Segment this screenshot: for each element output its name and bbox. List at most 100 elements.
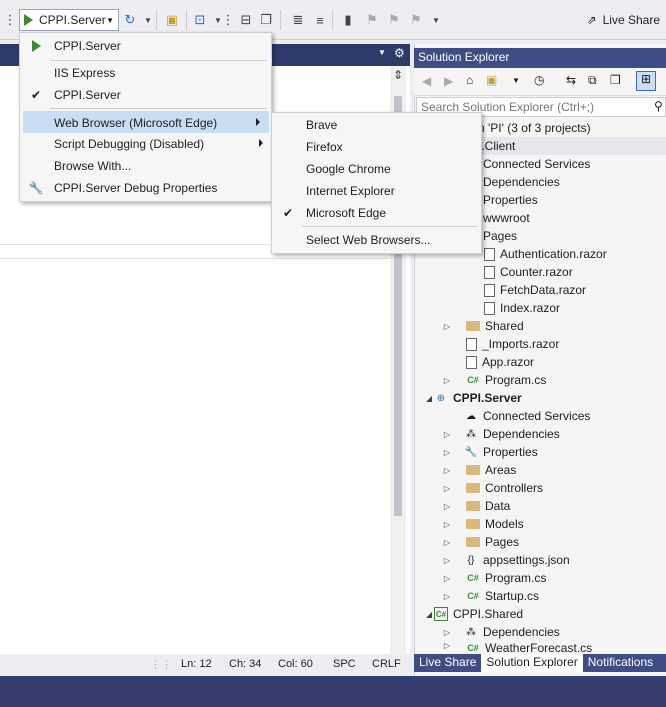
expand-arrow-icon[interactable]: ▷: [442, 322, 452, 331]
collapse-arrow-icon[interactable]: ◢: [424, 610, 434, 619]
column-number[interactable]: Col: 60: [278, 658, 313, 670]
copy-window-icon[interactable]: ❐: [258, 12, 274, 28]
back-icon[interactable]: ◀: [422, 74, 431, 88]
wrench-icon: 🔧: [464, 446, 478, 458]
collapse-all-icon[interactable]: ⧉: [588, 73, 597, 88]
tree-item[interactable]: ▷ Areas: [414, 461, 666, 479]
sync-icon[interactable]: ⇆: [566, 73, 576, 87]
pending-changes-icon[interactable]: ◷: [534, 73, 544, 87]
tree-item[interactable]: ▷ C# WeatherForecast.cs: [414, 641, 666, 653]
toolbar-separator: [156, 10, 157, 30]
tree-item[interactable]: ▷ Models: [414, 515, 666, 533]
menu-item-internet-explorer[interactable]: Internet Explorer: [272, 180, 481, 202]
tree-item[interactable]: ▷ 🔧 Properties: [414, 443, 666, 461]
tree-item[interactable]: ▷ ⁂ Dependencies: [414, 425, 666, 443]
tree-item[interactable]: ▷ Data: [414, 497, 666, 515]
tree-item[interactable]: ☁ Connected Services: [414, 407, 666, 425]
menu-item-web-browser[interactable]: Web Browser (Microsoft Edge): [23, 111, 269, 133]
expand-arrow-icon[interactable]: ▷: [442, 628, 452, 637]
expand-arrow-icon[interactable]: ▷: [442, 556, 452, 565]
tree-item-label: Startup.cs: [485, 589, 540, 603]
preview-selected-icon[interactable]: ⊞: [636, 71, 656, 91]
tree-item[interactable]: Index.razor: [414, 299, 666, 317]
expand-arrow-icon[interactable]: ▷: [442, 430, 452, 439]
whitespace-mode[interactable]: SPC: [333, 658, 356, 670]
tree-item[interactable]: ▷ C# Startup.cs: [414, 587, 666, 605]
char-number[interactable]: Ch: 34: [229, 658, 261, 670]
bookmark-icon[interactable]: ▮: [340, 12, 356, 28]
refresh-icon[interactable]: ↻: [122, 12, 138, 28]
step-icon[interactable]: ⋮: [220, 12, 236, 28]
tree-item-label: Properties: [483, 193, 538, 207]
next-bookmark-icon[interactable]: ⚑: [386, 12, 402, 28]
line-ending[interactable]: CRLF: [372, 658, 401, 670]
expand-arrow-icon[interactable]: ▷: [442, 538, 452, 547]
expand-arrow-icon[interactable]: ▷: [442, 484, 452, 493]
tree-item[interactable]: App.razor: [414, 353, 666, 371]
menu-item-script-debugging[interactable]: Script Debugging (Disabled): [20, 133, 271, 155]
home-icon[interactable]: ⌂: [466, 73, 473, 87]
tree-item[interactable]: ▷ Shared: [414, 317, 666, 335]
menu-item-browse-with[interactable]: Browse With...: [20, 155, 271, 177]
menu-item-firefox[interactable]: Firefox: [272, 136, 481, 158]
tree-item[interactable]: FetchData.razor: [414, 281, 666, 299]
tree-item[interactable]: ▷ Pages: [414, 533, 666, 551]
run-target-dropdown[interactable]: CPPI.Server ▼: [19, 9, 119, 31]
expand-arrow-icon[interactable]: ▷: [442, 502, 452, 511]
menu-item-google-chrome[interactable]: Google Chrome: [272, 158, 481, 180]
expand-arrow-icon[interactable]: ▷: [442, 448, 452, 457]
tree-item-label: CPPI.Shared: [453, 607, 524, 621]
tree-item[interactable]: Counter.razor: [414, 263, 666, 281]
tree-item[interactable]: ▷ C# Program.cs: [414, 371, 666, 389]
chevron-down-icon[interactable]: ▼: [512, 76, 520, 85]
chevron-down-icon[interactable]: ▼: [106, 16, 114, 25]
tree-item[interactable]: ▷ {} appsettings.json: [414, 551, 666, 569]
gear-icon[interactable]: ⚙: [394, 46, 405, 60]
switch-view-icon[interactable]: ▣: [486, 73, 497, 87]
chevron-down-icon[interactable]: ▼: [428, 12, 444, 28]
tab-live-share[interactable]: Live Share: [414, 654, 481, 672]
expand-arrow-icon[interactable]: ▷: [442, 466, 452, 475]
expand-arrow-icon[interactable]: ▷: [442, 574, 452, 583]
expand-arrow-icon[interactable]: ▷: [442, 376, 452, 385]
comment-icon[interactable]: ≡: [312, 12, 328, 28]
split-icon[interactable]: ⇕: [390, 68, 406, 84]
tree-item[interactable]: _Imports.razor: [414, 335, 666, 353]
expand-arrow-icon[interactable]: ▷: [442, 592, 452, 601]
tree-item-label: Controllers: [485, 481, 544, 495]
tree-item-shared-project[interactable]: ◢ C# CPPI.Shared: [414, 605, 666, 623]
menu-item-microsoft-edge[interactable]: ✔ Microsoft Edge: [272, 202, 481, 224]
forward-icon[interactable]: ▶: [444, 74, 453, 88]
tree-item[interactable]: ▷ Controllers: [414, 479, 666, 497]
menu-item-iis-express[interactable]: IIS Express: [20, 62, 271, 84]
tab-solution-explorer[interactable]: Solution Explorer: [481, 654, 583, 672]
menu-item-brave[interactable]: Brave: [272, 114, 481, 136]
resize-grip-icon: ⋮⋮: [150, 659, 172, 671]
expand-arrow-icon[interactable]: ▷: [442, 520, 452, 529]
expand-arrow-icon[interactable]: ▷: [442, 641, 452, 650]
tree-item[interactable]: ▷ ⁂ Dependencies: [414, 623, 666, 641]
chevron-down-icon[interactable]: ▼: [140, 12, 156, 28]
folder-search-icon[interactable]: ▣: [164, 12, 180, 28]
collapse-arrow-icon[interactable]: ◢: [424, 394, 434, 403]
tab-notifications[interactable]: Notifications: [583, 654, 658, 672]
prev-bookmark-icon[interactable]: ⚑: [364, 12, 380, 28]
chevron-down-icon[interactable]: ▼: [378, 48, 386, 57]
search-icon[interactable]: ⚲: [654, 99, 663, 113]
csharp-file-icon: C#: [467, 643, 479, 653]
tree-item-server-project[interactable]: ◢ ⊕ CPPI.Server: [414, 389, 666, 407]
razor-file-icon: [484, 283, 495, 297]
screenshot-icon[interactable]: ⊡: [192, 12, 208, 28]
menu-item-select-web-browsers[interactable]: Select Web Browsers...: [272, 229, 481, 251]
clear-bookmarks-icon[interactable]: ⚑: [408, 12, 424, 28]
live-share-button[interactable]: ⇗ Live Share: [587, 13, 660, 27]
tree-item[interactable]: ▷ C# Program.cs: [414, 569, 666, 587]
layout-icon[interactable]: ⊟: [238, 12, 254, 28]
menu-item-run-server[interactable]: CPPI.Server: [20, 35, 271, 57]
line-number[interactable]: Ln: 12: [181, 658, 212, 670]
show-all-files-icon[interactable]: ❐: [610, 73, 621, 87]
menu-item-server-profile[interactable]: ✔ CPPI.Server: [20, 84, 271, 106]
outdent-icon[interactable]: ≣: [290, 12, 306, 28]
menu-item-debug-properties[interactable]: 🔧 CPPI.Server Debug Properties: [20, 177, 271, 199]
editor-divider: [0, 258, 390, 259]
